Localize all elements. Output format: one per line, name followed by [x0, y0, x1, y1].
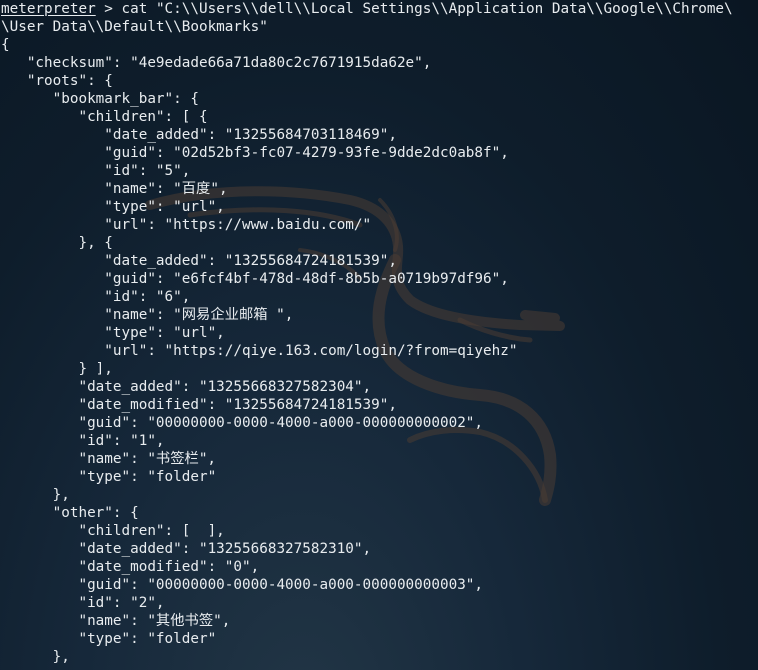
output-line: "url": "https://qiye.163.com/login/?from… [1, 343, 518, 359]
output-line: "name": "其他书签", [1, 613, 231, 629]
command-line: meterpreter > cat "C:\\Users\\dell\\Loca… [1, 0, 733, 18]
output-line: }, { [1, 235, 113, 251]
output-line: } ], [1, 361, 113, 377]
output-line: "guid": "e6fcf4bf-478d-48df-8b5b-a0719b9… [1, 271, 509, 287]
terminal-output[interactable]: meterpreter > cat "C:\\Users\\dell\\Loca… [1, 0, 733, 666]
output-line: "guid": "02d52bf3-fc07-4279-93fe-9dde2dc… [1, 145, 509, 161]
output-line: "name": "书签栏", [1, 451, 217, 467]
output-line: "date_added": "13255684703118469", [1, 127, 397, 143]
output-line: "id": "6", [1, 289, 191, 305]
output-line: "id": "1", [1, 433, 165, 449]
output-line: "guid": "00000000-0000-4000-a000-0000000… [1, 577, 484, 593]
output-line: "type": "url", [1, 325, 225, 341]
output-line: }, [1, 487, 70, 503]
output-line: "children": [ { [1, 109, 208, 125]
output-line: \User Data\\Default\\Bookmarks" [1, 19, 268, 35]
output-line: "bookmark_bar": { [1, 91, 199, 107]
output-line: "type": "folder" [1, 631, 217, 647]
command-text: > cat "C:\\Users\\dell\\Local Settings\\… [95, 1, 733, 17]
output-line: "type": "url", [1, 199, 225, 215]
output-line: "guid": "00000000-0000-4000-a000-0000000… [1, 415, 484, 431]
output-line: "date_modified": "0", [1, 559, 260, 575]
output-line: "other": { [1, 505, 139, 521]
meterpreter-prompt: meterpreter [1, 1, 96, 17]
output-line: "date_added": "13255684724181539", [1, 253, 397, 269]
output-line: "type": "folder" [1, 469, 217, 485]
output-line: "roots": { [1, 73, 113, 89]
output-line: "date_added": "13255668327582310", [1, 541, 372, 557]
output-line: "date_modified": "13255684724181539", [1, 397, 397, 413]
output-line: "children": [ ], [1, 523, 225, 539]
output-line: "id": "5", [1, 163, 191, 179]
output-line: "id": "2", [1, 595, 165, 611]
output-line: "name": "百度", [1, 181, 228, 197]
output-line: }, [1, 649, 70, 665]
terminal-window[interactable]: meterpreter > cat "C:\\Users\\dell\\Loca… [0, 0, 758, 670]
output-line: "date_added": "13255668327582304", [1, 379, 372, 395]
output-line: "name": "网易企业邮箱 ", [1, 307, 294, 323]
output-line: "checksum": "4e9edade66a71da80c2c7671915… [1, 55, 432, 71]
output-line: { [1, 37, 10, 53]
output-line: "url": "https://www.baidu.com/" [1, 217, 372, 233]
